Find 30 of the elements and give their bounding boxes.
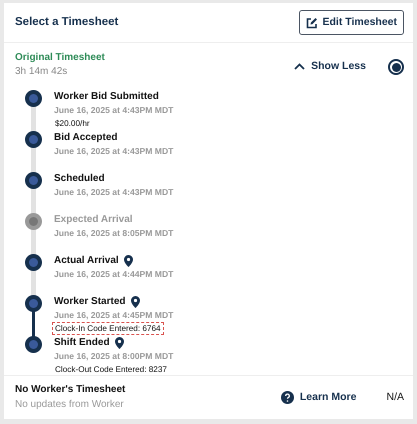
timesheet-title: Original Timesheet (15, 51, 105, 65)
event-title: Worker Started (54, 295, 126, 309)
duration-text: 3h 14m 42s (15, 65, 68, 79)
event-title: Shift Ended (54, 336, 110, 350)
section-title: Select a Timesheet (15, 14, 118, 30)
event-title: Expected Arrival (54, 213, 133, 227)
event-title: Worker Bid Submitted (54, 90, 159, 104)
timesheet-title: No Worker's Timesheet (15, 383, 126, 397)
event-date: June 16, 2025 at 4:44PM MDT (54, 268, 174, 281)
event-note: Clock-Out Code Entered: 8237 (54, 364, 168, 375)
edit-icon (306, 16, 318, 28)
event-date: June 16, 2025 at 8:00PM MDT (54, 350, 174, 363)
help-icon (280, 391, 294, 404)
learn-more-link[interactable]: Learn More (280, 390, 356, 406)
event-title: Scheduled (54, 172, 105, 186)
event-date: June 16, 2025 at 4:43PM MDT (54, 145, 174, 158)
edit-timesheet-button[interactable]: Edit Timesheet (298, 10, 404, 36)
radio-button[interactable] (388, 59, 404, 75)
value-text: N/A (386, 390, 404, 405)
event-date: June 16, 2025 at 8:05PM MDT (54, 227, 174, 240)
event-title: Bid Accepted (54, 131, 118, 145)
event-title: Actual Arrival (54, 254, 119, 268)
status-text: No updates from Worker (15, 398, 125, 412)
event-date: June 16, 2025 at 4:45PM MDT (54, 309, 174, 322)
event-date: June 16, 2025 at 4:43PM MDT (54, 186, 174, 199)
show-less-toggle[interactable]: Show Less (294, 59, 366, 75)
event-note: Clock-In Code Entered: 6764 (52, 322, 164, 335)
chevron-up-icon (294, 63, 306, 70)
event-date: June 16, 2025 at 4:43PM MDT (54, 104, 174, 117)
event-note: $20.00/hr (54, 118, 91, 130)
